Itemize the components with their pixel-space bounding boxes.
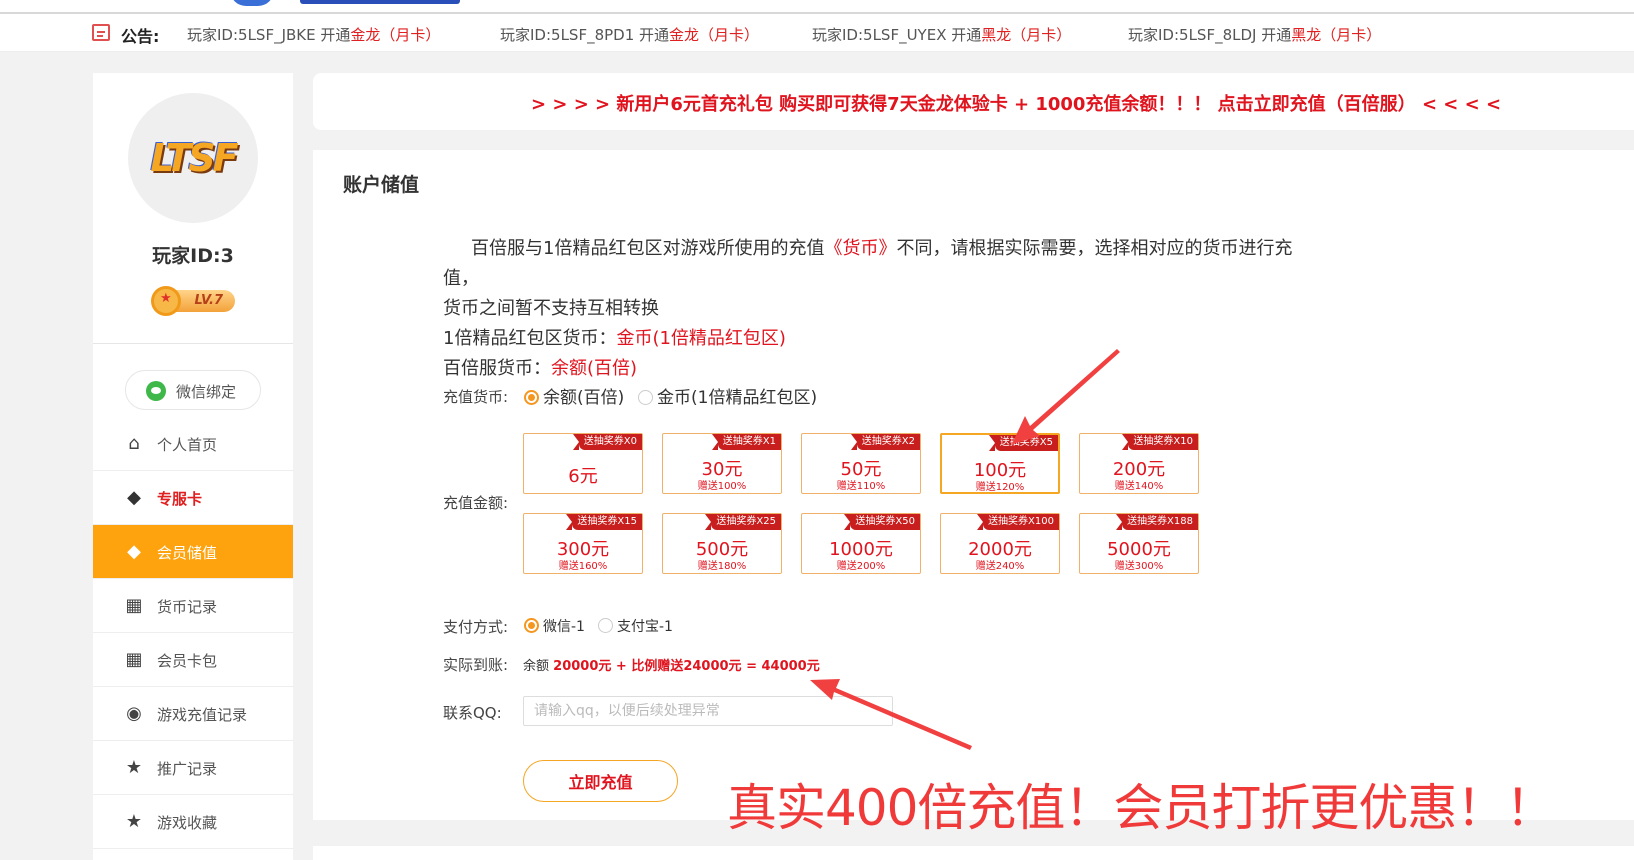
notice-bar: 公告: 玩家ID:5LSF_JBKE 开通金龙（月卡） 玩家ID:5LSF_8P… <box>0 14 1634 52</box>
amount-option[interactable]: 送抽奖券X188 5000元 赠送300% <box>1079 513 1199 574</box>
promo-banner[interactable]: > > > > 新用户6元首充礼包 购买即可获得7天金龙体验卡 + 1000充值… <box>313 73 1634 130</box>
amount-option-selected[interactable]: 送抽奖券X5 100元 赠送120% <box>940 433 1060 494</box>
pay-option-wechat[interactable]: 微信-1 <box>524 616 585 636</box>
star-icon: ★ <box>125 757 143 778</box>
diamond-icon: ◆ <box>127 487 141 508</box>
sidebar-item-server-card[interactable]: ◆ 专服卡 <box>93 471 293 525</box>
banner-text[interactable]: > > > > 新用户6元首充礼包 购买即可获得7天金龙体验卡 + 1000充值… <box>531 90 1501 116</box>
notice-item[interactable]: 玩家ID:5LSF_JBKE 开通金龙（月卡） <box>187 24 440 45</box>
radio-unchecked[interactable] <box>638 390 653 405</box>
promo-overlay-text: 真实400倍充值！会员打折更优惠！！ <box>727 779 1555 837</box>
ticket-icon: ▦ <box>125 649 143 670</box>
sidebar-item-home[interactable]: ⌂ 个人首页 <box>93 417 293 471</box>
avatar[interactable]: LTSF <box>128 93 258 223</box>
sidebar-item-game-recharge-records[interactable]: ◉ 游戏充值记录 <box>93 687 293 741</box>
site-logo-fragment <box>230 0 480 6</box>
sidebar-item-member-cards[interactable]: ▦ 会员卡包 <box>93 633 293 687</box>
sidebar-item-currency-records[interactable]: ▦ 货币记录 <box>93 579 293 633</box>
amount-option[interactable]: 送抽奖券X50 1000元 赠送200% <box>801 513 921 574</box>
radio-checked[interactable] <box>524 618 539 633</box>
diamond-icon: ◆ <box>127 541 141 562</box>
recharge-panel: 账户储值 百倍服与1倍精品红包区对游戏所使用的充值《货币》不同，请根据实际需要，… <box>313 150 1634 820</box>
top-header-fragment <box>0 0 1634 12</box>
sidebar-item-game-favorites[interactable]: ★ 游戏收藏 <box>93 795 293 849</box>
notice-item[interactable]: 玩家ID:5LSF_8PD1 开通金龙（月卡） <box>500 24 759 45</box>
notice-label: 公告: <box>121 27 160 46</box>
wechat-icon <box>146 381 166 401</box>
pay-method-label: 支付方式: <box>443 618 509 636</box>
star-icon: ★ <box>125 811 143 832</box>
avatar-logo: LTSF <box>150 136 238 180</box>
medal-icon <box>151 286 181 316</box>
qq-input[interactable] <box>523 696 893 726</box>
currency-option-balance[interactable]: 余额(百倍) <box>524 383 624 408</box>
actual-amount: 余额 20000元 + 比例赠送24000元 = 44000元 <box>523 659 820 674</box>
player-id: 玩家ID:3 <box>152 245 234 267</box>
amount-label: 充值金额: <box>443 494 509 512</box>
amount-option[interactable]: 送抽奖券X10 200元 赠送140% <box>1079 433 1199 494</box>
notice-icon <box>92 24 110 41</box>
notice-item[interactable]: 玩家ID:5LSF_8LDJ 开通黑龙（月卡） <box>1128 24 1381 45</box>
recharge-description: 百倍服与1倍精品红包区对游戏所使用的充值《货币》不同，请根据实际需要，选择相对应… <box>443 238 1293 379</box>
wechat-bind-button[interactable]: 微信绑定 <box>125 370 261 410</box>
amount-option[interactable]: 送抽奖券X100 2000元 赠送240% <box>940 513 1060 574</box>
gamepad-icon: ◉ <box>126 703 142 724</box>
radio-unchecked[interactable] <box>598 618 613 633</box>
lower-panel <box>313 846 1634 860</box>
actual-amount-label: 实际到账: <box>443 656 509 674</box>
sidebar-menu: ⌂ 个人首页 ◆ 专服卡 ◆ 会员储值 ▦ 货币记录 ▦ 会员卡包 ◉ 游戏充值记录 ★ 推广… <box>93 417 293 849</box>
qq-label: 联系QQ: <box>443 704 502 722</box>
radio-checked[interactable] <box>524 390 539 405</box>
amount-option[interactable]: 送抽奖券X25 500元 赠送180% <box>662 513 782 574</box>
sidebar-item-promotion-records[interactable]: ★ 推广记录 <box>93 741 293 795</box>
divider <box>93 343 293 344</box>
notice-item[interactable]: 玩家ID:5LSF_UYEX 开通黑龙（月卡） <box>812 24 1071 45</box>
pay-option-alipay[interactable]: 支付宝-1 <box>598 616 673 636</box>
amount-option[interactable]: 送抽奖券X2 50元 赠送110% <box>801 433 921 494</box>
amount-option[interactable]: 送抽奖券X15 300元 赠送160% <box>523 513 643 574</box>
sidebar: LTSF 玩家ID:3 LV.7 微信绑定 ⌂个人首页 ◆专服卡 ◆会员储值 ▦… <box>93 73 293 860</box>
level-badge: LV.7 <box>151 286 237 316</box>
page-title: 账户储值 <box>343 174 420 196</box>
currency-option-gold[interactable]: 金币(1倍精品红包区) <box>638 383 817 408</box>
home-icon: ⌂ <box>128 433 140 454</box>
currency-label: 充值货币: <box>443 388 509 406</box>
ticket-icon: ▦ <box>125 595 143 616</box>
recharge-now-button[interactable]: 立即充值 <box>523 760 678 802</box>
amount-option[interactable]: 送抽奖券X1 30元 赠送100% <box>662 433 782 494</box>
sidebar-item-member-recharge[interactable]: ◆ 会员储值 <box>93 525 293 579</box>
amount-option[interactable]: 送抽奖券X0 6元 <box>523 433 643 494</box>
